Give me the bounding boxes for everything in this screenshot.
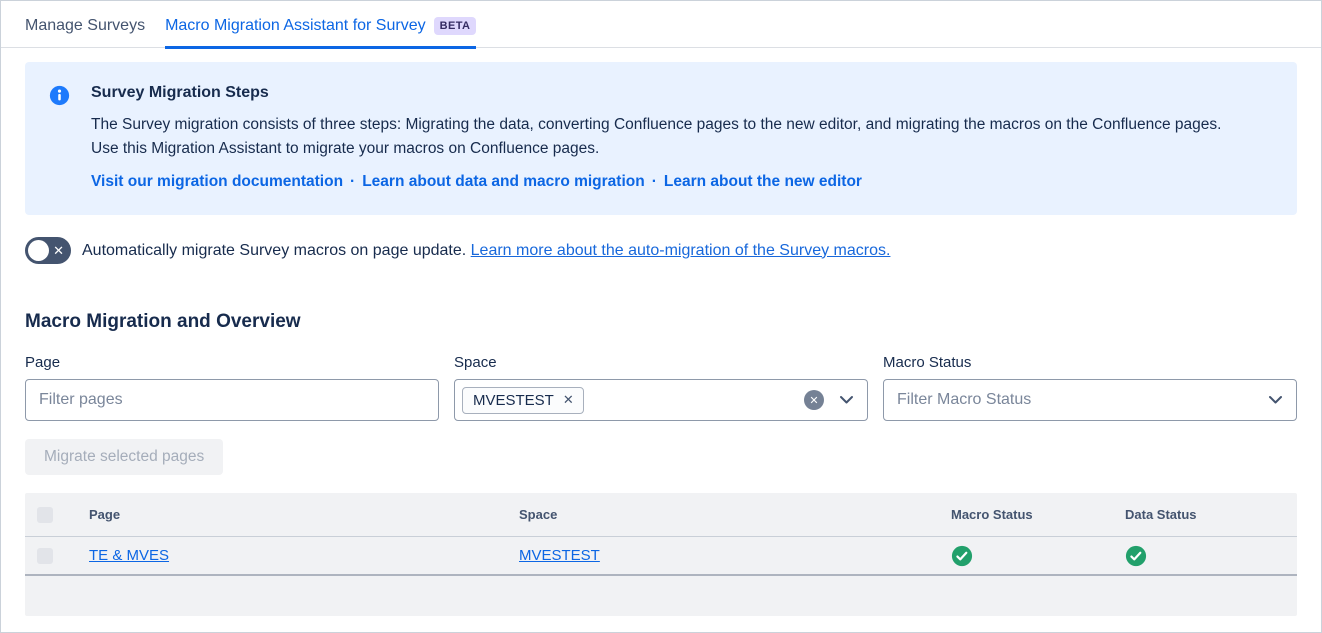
- table-header-row: Page Space Macro Status Data Status: [25, 493, 1297, 537]
- column-header-macro-status: Macro Status: [951, 507, 1125, 522]
- tab-macro-migration-assistant[interactable]: Macro Migration Assistant for Survey BET…: [165, 17, 476, 49]
- page-link[interactable]: TE & MVES: [89, 547, 169, 564]
- beta-badge: BETA: [434, 17, 477, 35]
- page-filter-field: [25, 379, 439, 421]
- macro-status-filter-label: Macro Status: [883, 354, 1297, 371]
- row-select-cell: [25, 548, 89, 564]
- info-panel-body: The Survey migration consists of three s…: [91, 113, 1231, 161]
- link-separator: ·: [343, 173, 362, 190]
- data-status-cell: [1125, 545, 1297, 567]
- space-link[interactable]: MVESTEST: [519, 547, 600, 564]
- macro-status-cell: [951, 545, 1125, 567]
- data-macro-migration-link[interactable]: Learn about data and macro migration: [362, 173, 645, 190]
- space-filter-col: Space MVESTEST ✕ ✕: [454, 354, 868, 421]
- row-checkbox[interactable]: [37, 548, 53, 564]
- space-tag-remove-icon[interactable]: ✕: [563, 392, 574, 408]
- page-filter-col: Page: [25, 354, 439, 421]
- macro-status-filter-select[interactable]: Filter Macro Status: [883, 379, 1297, 421]
- macro-status-placeholder: Filter Macro Status: [897, 391, 1268, 409]
- macro-status-filter-col: Macro Status Filter Macro Status: [883, 354, 1297, 421]
- migration-documentation-link[interactable]: Visit our migration documentation: [91, 173, 343, 190]
- info-panel-links: Visit our migration documentation·Learn …: [91, 173, 1231, 191]
- column-header-space: Space: [519, 507, 951, 522]
- table-footer-spacer: [25, 576, 1297, 616]
- tab-label: Macro Migration Assistant for Survey: [165, 17, 426, 35]
- toggle-knob: [28, 240, 49, 261]
- tab-label: Manage Surveys: [25, 17, 145, 35]
- table-row: TE & MVES MVESTEST: [25, 537, 1297, 576]
- data-status-success-check-icon: [1125, 545, 1147, 567]
- space-tag-label: MVESTEST: [473, 392, 554, 409]
- link-separator: ·: [645, 173, 664, 190]
- auto-migration-toggle[interactable]: ✕: [25, 237, 71, 264]
- auto-migration-text: Automatically migrate Survey macros on p…: [82, 242, 890, 260]
- chevron-down-icon[interactable]: [839, 395, 854, 405]
- auto-migration-learn-more-link[interactable]: Learn more about the auto-migration of t…: [471, 242, 891, 259]
- column-header-page: Page: [89, 507, 519, 522]
- toggle-off-x-icon: ✕: [53, 244, 64, 257]
- chevron-down-icon[interactable]: [1268, 395, 1283, 405]
- survey-migration-info-panel: Survey Migration Steps The Survey migrat…: [25, 62, 1297, 215]
- macro-migration-page: Manage Surveys Macro Migration Assistant…: [0, 0, 1322, 633]
- page-cell: TE & MVES: [89, 547, 519, 565]
- space-clear-icon[interactable]: ✕: [804, 390, 824, 410]
- select-all-cell: [25, 507, 89, 523]
- space-filter-select[interactable]: MVESTEST ✕ ✕: [454, 379, 868, 421]
- section-heading: Macro Migration and Overview: [25, 311, 1297, 333]
- space-cell: MVESTEST: [519, 547, 951, 565]
- space-filter-label: Space: [454, 354, 868, 371]
- info-panel-title: Survey Migration Steps: [91, 84, 1231, 102]
- migration-table: Page Space Macro Status Data Status TE &…: [25, 493, 1297, 616]
- migrate-selected-pages-button[interactable]: Migrate selected pages: [25, 439, 223, 475]
- macro-status-success-check-icon: [951, 545, 973, 567]
- page-filter-label: Page: [25, 354, 439, 371]
- new-editor-link[interactable]: Learn about the new editor: [664, 173, 862, 190]
- auto-migration-label: Automatically migrate Survey macros on p…: [82, 242, 466, 259]
- tab-bar: Manage Surveys Macro Migration Assistant…: [1, 1, 1321, 48]
- select-all-checkbox[interactable]: [37, 507, 53, 523]
- info-panel-content: Survey Migration Steps The Survey migrat…: [91, 84, 1231, 191]
- info-icon: [49, 85, 70, 106]
- filters-row: Page Space MVESTEST ✕ ✕ Macro Status: [25, 354, 1297, 421]
- auto-migration-row: ✕ Automatically migrate Survey macros on…: [25, 237, 1297, 264]
- tab-manage-surveys[interactable]: Manage Surveys: [25, 17, 145, 49]
- column-header-data-status: Data Status: [1125, 507, 1297, 522]
- space-tag: MVESTEST ✕: [462, 387, 584, 414]
- page-filter-input[interactable]: [39, 391, 425, 409]
